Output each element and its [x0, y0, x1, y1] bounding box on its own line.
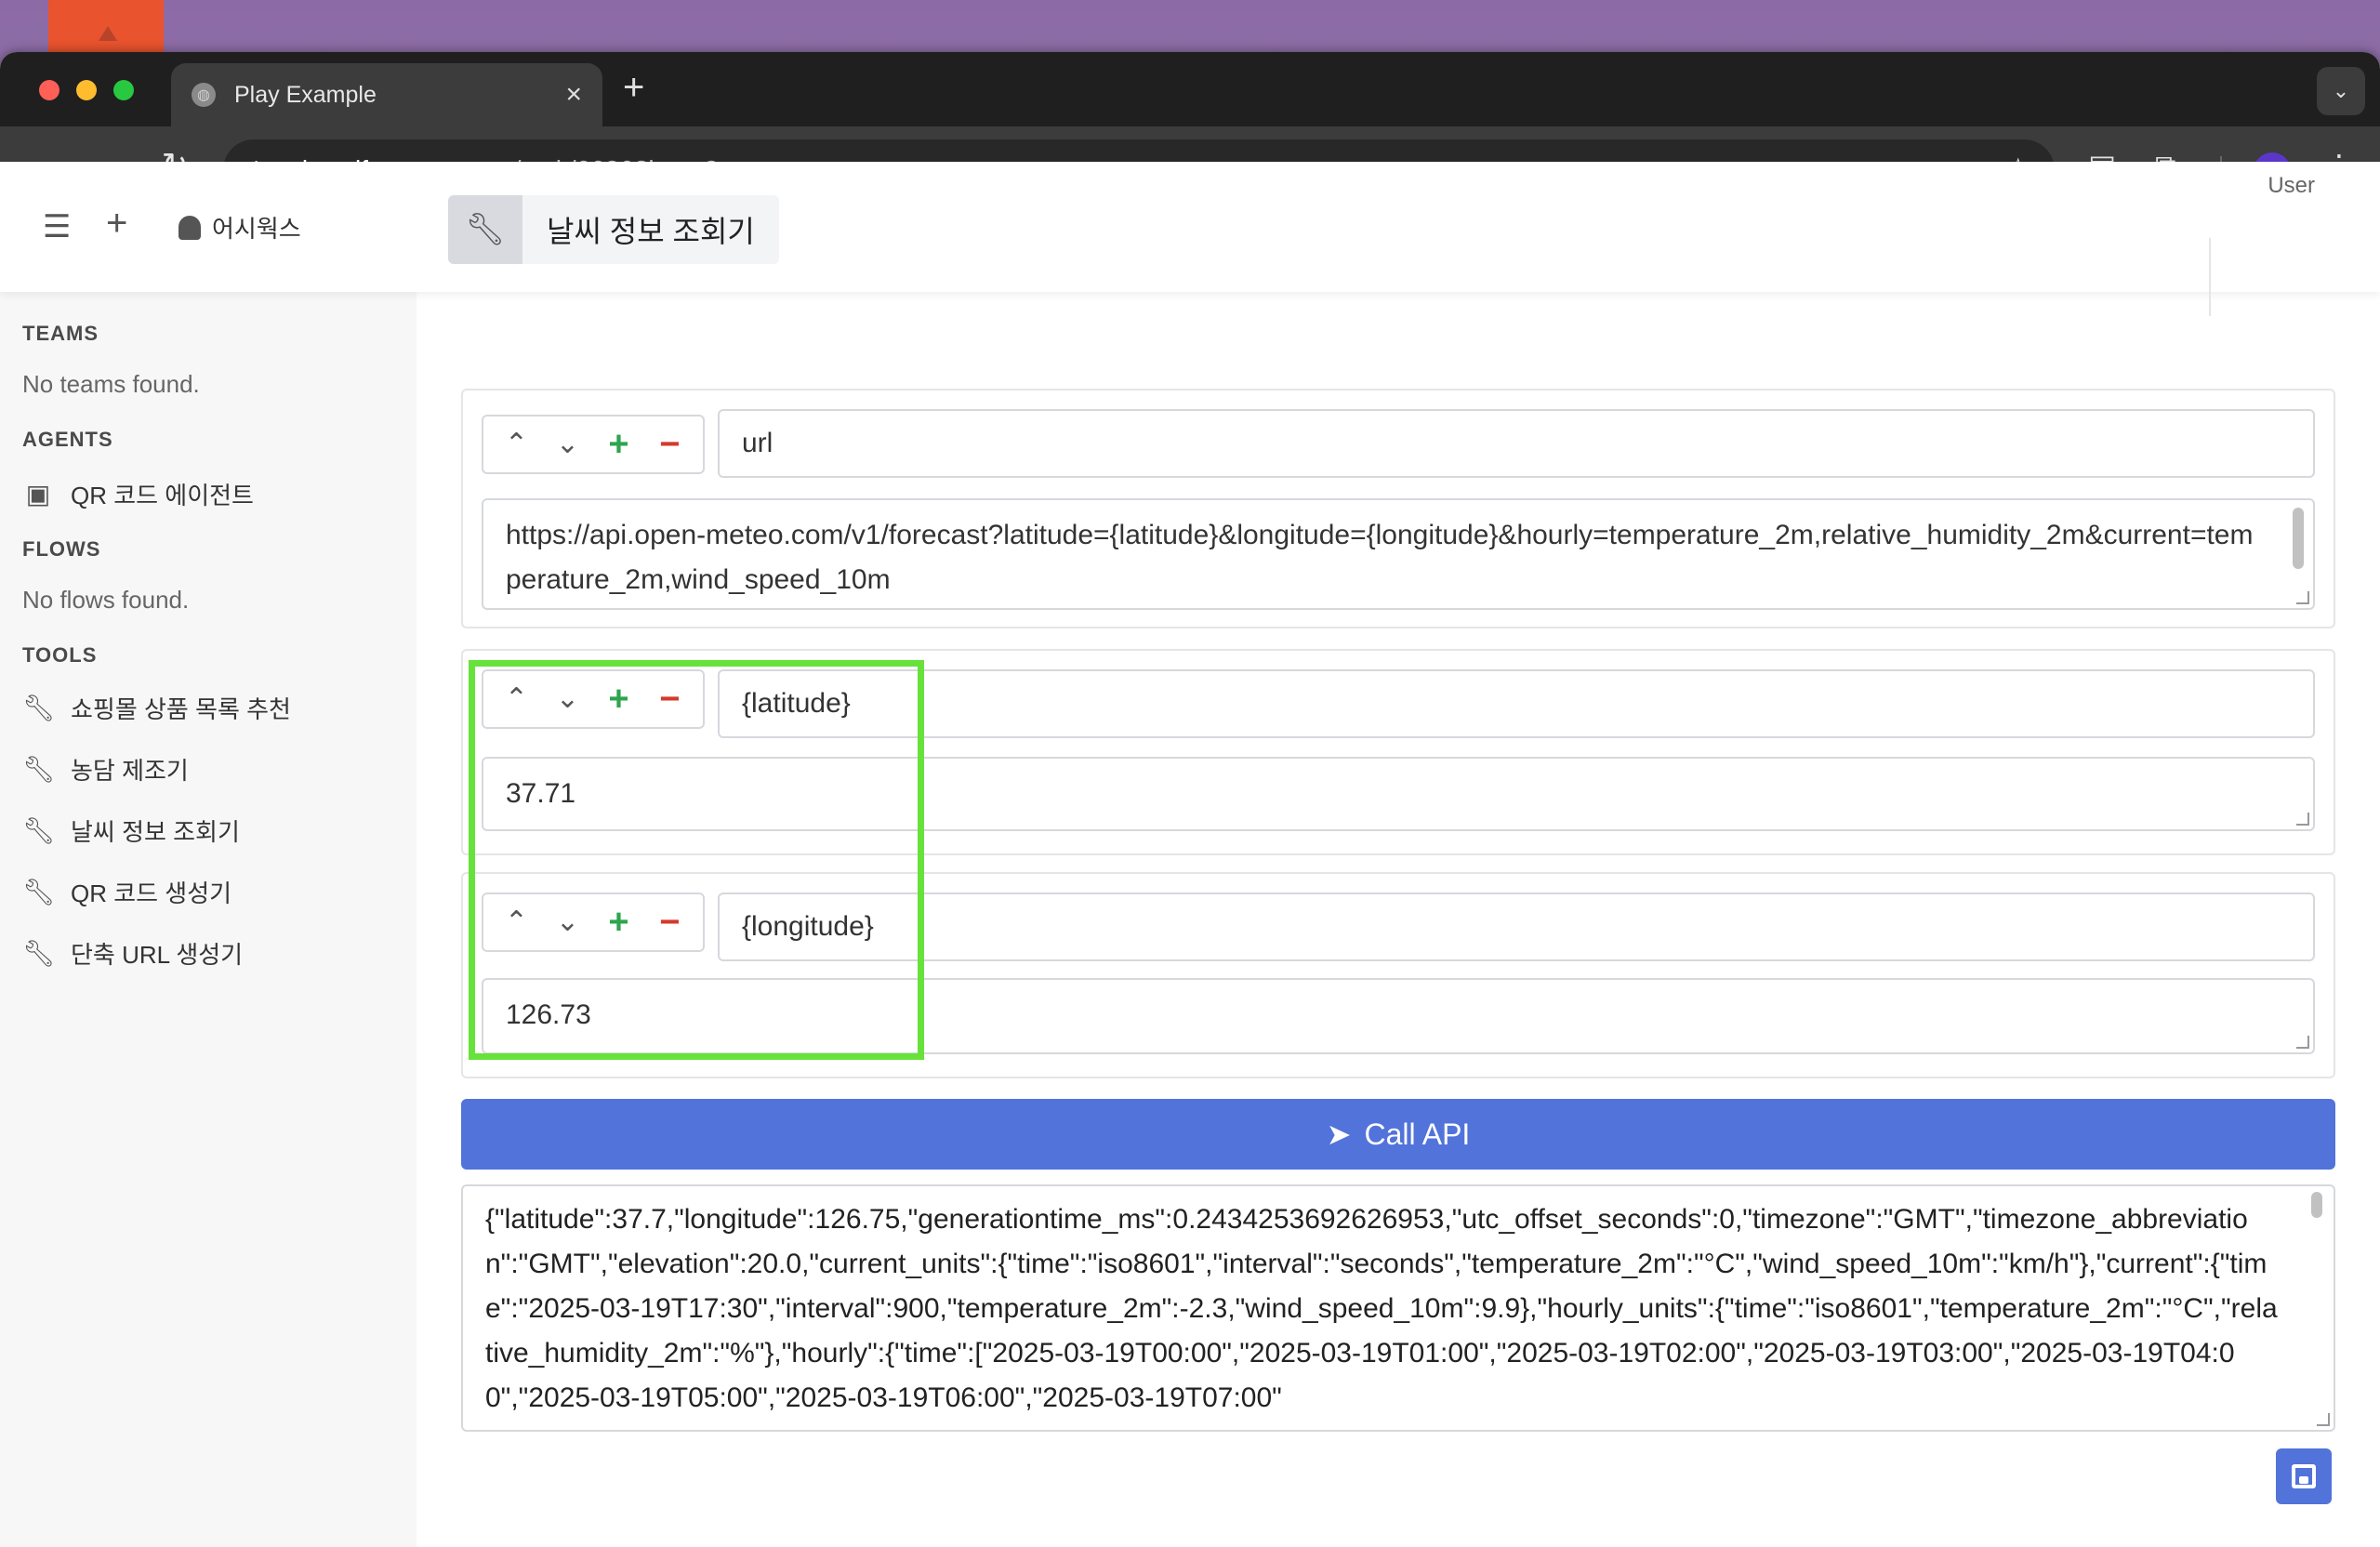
ghost-icon [178, 215, 201, 240]
main-content: ⌃ ⌄ + − url https://api.open-meteo.com/v… [416, 292, 2380, 1547]
flows-empty-note: No flows found. [22, 586, 190, 614]
header-divider [2209, 238, 2211, 316]
sidebar-item-weather[interactable]: 🔧︎ 날씨 정보 조회기 [22, 814, 416, 846]
resize-handle[interactable] [2296, 591, 2309, 604]
param-value-text: https://api.open-meteo.com/v1/forecast?l… [506, 520, 2254, 595]
resize-handle[interactable] [2296, 1036, 2309, 1049]
param-key-input[interactable]: url [718, 409, 2315, 478]
workspace-selector[interactable]: 어시웍스 [178, 210, 301, 245]
param-key-input[interactable]: {longitude} [718, 892, 2315, 961]
param-key-input[interactable]: {latitude} [718, 669, 2315, 738]
agents-section-title: AGENTS [22, 428, 113, 451]
move-up-icon[interactable]: ⌃ [498, 685, 536, 713]
add-button[interactable]: + [106, 203, 127, 245]
tab-search-button[interactable]: ⌄ [2317, 67, 2365, 115]
response-text: {"latitude":37.7,"longitude":126.75,"gen… [485, 1204, 2278, 1413]
remove-param-icon[interactable]: − [652, 681, 689, 717]
param-row: ⌃ ⌄ + − {latitude} 37.71 [461, 649, 2335, 855]
param-controls: ⌃ ⌄ + − [482, 669, 705, 729]
sidebar-item-label: 농담 제조기 [71, 756, 189, 785]
wrench-icon: 🔧︎ [22, 938, 56, 968]
tools-section-title: TOOLS [22, 643, 98, 667]
teams-empty-note: No teams found. [22, 370, 200, 398]
sidebar-item-short-url[interactable]: 🔧︎ 단축 URL 생성기 [22, 937, 416, 969]
add-param-icon[interactable]: + [601, 905, 638, 940]
move-up-icon[interactable]: ⌃ [498, 430, 536, 458]
remove-param-icon[interactable]: − [652, 905, 689, 940]
sidebar-item-joke[interactable]: 🔧︎ 농담 제조기 [22, 753, 416, 785]
minimize-window-button[interactable] [76, 80, 97, 100]
app-header: ☰ + 어시웍스 🔧︎ 날씨 정보 조회기 User [0, 162, 2380, 316]
sidebar-item-label: 단축 URL 생성기 [71, 940, 244, 969]
wrench-icon: 🔧︎ [22, 877, 56, 906]
call-api-label: Call API [1364, 1117, 1471, 1151]
save-button[interactable] [2276, 1448, 2332, 1504]
sidebar-item-label: 쇼핑몰 상품 목록 추천 [71, 694, 291, 723]
param-value-textarea[interactable]: https://api.open-meteo.com/v1/forecast?l… [482, 498, 2315, 610]
move-down-icon[interactable]: ⌄ [549, 685, 587, 713]
user-menu[interactable]: User [2268, 173, 2315, 199]
wrench-icon: 🔧︎ [448, 195, 522, 264]
sidebar: TEAMS No teams found. AGENTS ▣ QR 코드 에이전… [0, 292, 416, 1547]
add-param-icon[interactable]: + [601, 427, 638, 462]
add-param-icon[interactable]: + [601, 681, 638, 717]
param-row: ⌃ ⌄ + − {longitude} 126.73 [461, 872, 2335, 1078]
response-textarea[interactable]: {"latitude":37.7,"longitude":126.75,"gen… [461, 1184, 2335, 1432]
sidebar-item-qr-generator[interactable]: 🔧︎ QR 코드 생성기 [22, 876, 416, 907]
tab-strip: ◍ Play Example × + ⌄ [0, 52, 2380, 126]
resize-handle[interactable] [2296, 813, 2309, 826]
menu-icon[interactable]: ☰ [43, 208, 71, 245]
tab-title: Play Example [234, 81, 377, 108]
robot-icon: ▣ [25, 479, 51, 509]
new-tab-button[interactable]: + [623, 69, 644, 106]
floppy-disk-icon [2292, 1464, 2316, 1488]
move-up-icon[interactable]: ⌃ [498, 908, 536, 936]
wrench-icon: 🔧︎ [22, 754, 56, 784]
wrench-icon: 🔧︎ [22, 693, 56, 722]
globe-icon: ◍ [192, 83, 216, 107]
param-value-textarea[interactable]: 37.71 [482, 757, 2315, 831]
page-title-chip: 🔧︎ 날씨 정보 조회기 [448, 195, 779, 264]
sidebar-item-shopping[interactable]: 🔧︎ 쇼핑몰 상품 목록 추천 [22, 692, 416, 723]
page-title: 날씨 정보 조회기 [522, 195, 779, 264]
sidebar-item-label: QR 코드 생성기 [71, 879, 232, 907]
param-value-text: 37.71 [506, 778, 576, 809]
browser-tab[interactable]: ◍ Play Example × [171, 63, 602, 126]
flows-section-title: FLOWS [22, 537, 101, 561]
scrollbar-thumb[interactable] [2311, 1192, 2322, 1218]
sidebar-item-qr-agent[interactable]: ▣ QR 코드 에이전트 [22, 478, 416, 509]
move-down-icon[interactable]: ⌄ [549, 908, 587, 936]
sidebar-item-label: QR 코드 에이전트 [71, 481, 254, 509]
param-value-textarea[interactable]: 126.73 [482, 978, 2315, 1054]
scrollbar-thumb[interactable] [2293, 508, 2304, 569]
tab-close-button[interactable]: × [565, 81, 582, 109]
param-controls: ⌃ ⌄ + − [482, 892, 705, 952]
move-down-icon[interactable]: ⌄ [549, 430, 587, 458]
resize-handle[interactable] [2317, 1413, 2330, 1426]
chevron-down-icon: ⌄ [2332, 79, 2350, 102]
param-controls: ⌃ ⌄ + − [482, 415, 705, 474]
paper-plane-icon: ➤ [1326, 1117, 1352, 1151]
param-row: ⌃ ⌄ + − url https://api.open-meteo.com/v… [461, 389, 2335, 628]
workspace-name: 어시웍스 [212, 215, 301, 243]
close-window-button[interactable] [39, 80, 60, 100]
teams-section-title: TEAMS [22, 322, 99, 345]
maximize-window-button[interactable] [113, 80, 134, 100]
param-value-text: 126.73 [506, 999, 591, 1030]
remove-param-icon[interactable]: − [652, 427, 689, 462]
desktop-app-icon [48, 0, 164, 52]
call-api-button[interactable]: ➤ Call API [461, 1099, 2335, 1170]
sidebar-item-label: 날씨 정보 조회기 [71, 817, 240, 846]
wrench-icon: 🔧︎ [22, 815, 56, 845]
